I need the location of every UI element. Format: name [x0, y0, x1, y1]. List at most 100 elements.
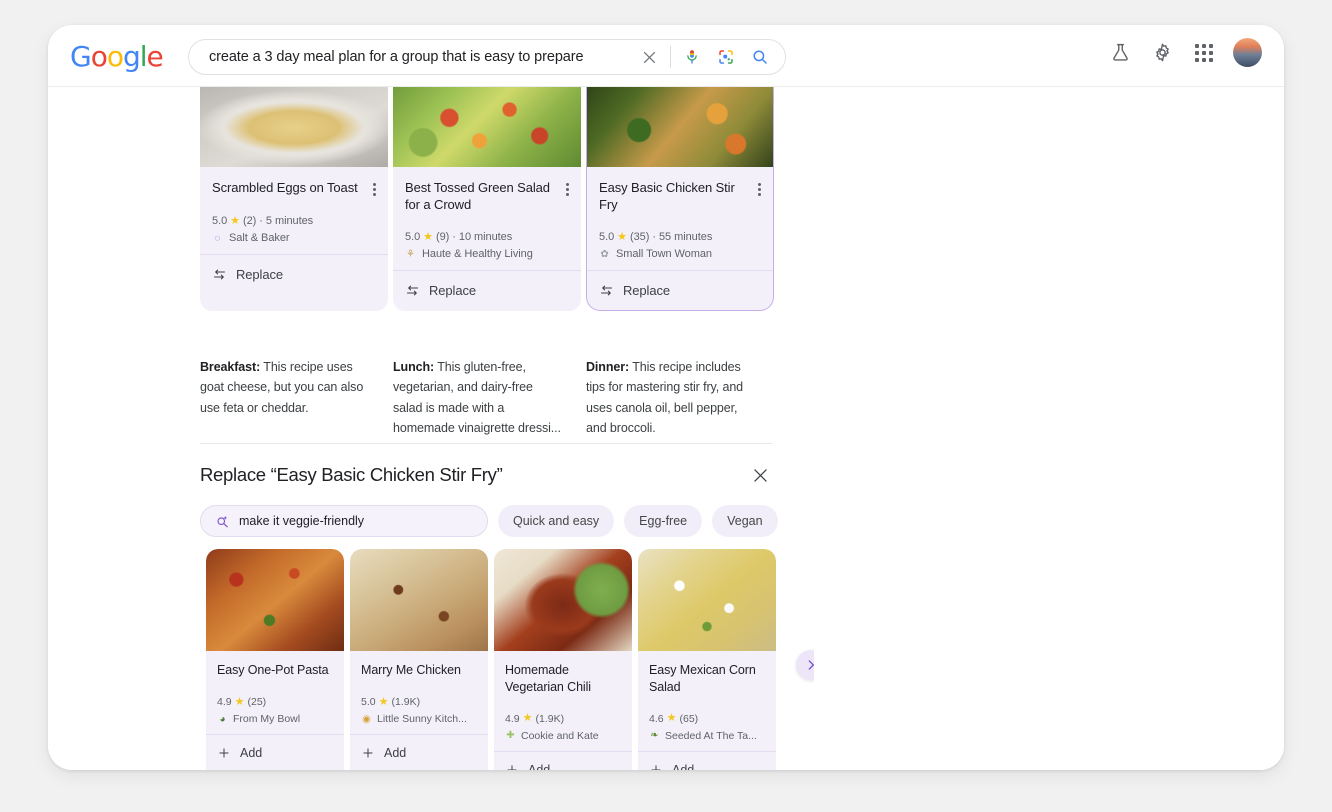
recipe-thumbnail — [638, 549, 776, 651]
suggestion-card-marry-me-chicken[interactable]: Marry Me Chicken 5.0 ★ (1.9K) ◉ Little S… — [350, 549, 488, 770]
recipe-source: ◉ Little Sunny Kitch... — [361, 713, 477, 725]
google-lens-icon[interactable] — [709, 40, 743, 74]
recipe-thumbnail — [494, 549, 632, 651]
recipe-thumbnail — [200, 87, 388, 167]
overflow-menu-icon[interactable] — [566, 179, 569, 196]
source-favicon-icon: ✿ — [600, 248, 609, 260]
close-icon[interactable] — [748, 463, 772, 487]
logo-letter: l — [139, 40, 148, 73]
google-header: Google create a 3 day meal plan for a gr… — [48, 25, 1284, 87]
recipe-thumbnail — [587, 87, 773, 167]
recipe-title: Easy Basic Chicken Stir Fry — [599, 180, 735, 213]
recipe-source: ✚ Cookie and Kate — [505, 730, 621, 742]
review-count: (25) — [247, 696, 267, 708]
chip-egg-free[interactable]: Egg-free — [624, 505, 703, 537]
chip-vegan[interactable]: Vegan — [712, 505, 778, 537]
review-count: (1.9K) — [391, 696, 421, 708]
star-icon: ★ — [378, 695, 389, 708]
recipe-meta: 4.9 ★ (25) — [217, 696, 333, 708]
recipe-thumbnail — [393, 87, 581, 167]
rating-value: 4.9 — [217, 696, 232, 708]
replace-panel-header: Replace “Easy Basic Chicken Stir Fry” — [200, 463, 772, 487]
replace-panel-title: Replace “Easy Basic Chicken Stir Fry” — [200, 464, 503, 485]
source-favicon-icon: ◕ — [219, 713, 226, 725]
add-label: Add — [384, 746, 407, 760]
meal-label: Breakfast: — [200, 360, 261, 374]
source-favicon-icon: ❧ — [650, 730, 659, 742]
refine-prompt-value: make it veggie-friendly — [239, 514, 365, 528]
add-button[interactable]: Add — [350, 734, 488, 770]
source-name: Cookie and Kate — [521, 729, 599, 742]
source-name: Small Town Woman — [616, 248, 712, 261]
recipe-source: ⚘ Haute & Healthy Living — [405, 248, 569, 260]
meta-separator: · — [452, 231, 456, 244]
star-icon: ★ — [234, 695, 245, 708]
plus-icon — [363, 748, 373, 758]
source-name: Haute & Healthy Living — [422, 248, 533, 261]
add-label: Add — [240, 746, 263, 760]
magic-search-icon — [217, 515, 228, 527]
avatar[interactable] — [1233, 38, 1262, 67]
chip-quick-and-easy[interactable]: Quick and easy — [498, 505, 615, 537]
add-button[interactable]: Add — [494, 750, 632, 770]
meal-card-dinner[interactable]: Easy Basic Chicken Stir Fry 5.0 ★ (35) ·… — [586, 87, 774, 312]
suggestion-card-easy-mexican-corn-salad[interactable]: Easy Mexican Corn Salad 4.6 ★ (65) ❧ See… — [638, 549, 776, 770]
meta-separator: · — [259, 215, 263, 227]
logo-letter: e — [146, 40, 164, 73]
search-input[interactable]: create a 3 day meal plan for a group tha… — [189, 49, 632, 65]
replace-label: Replace — [236, 267, 283, 282]
star-icon: ★ — [230, 214, 240, 227]
recipe-meta: 4.6 ★ (65) — [649, 713, 765, 725]
replace-button[interactable]: Replace — [587, 270, 773, 310]
logo-letter: g — [122, 40, 141, 73]
add-label: Add — [672, 762, 695, 770]
source-favicon-icon: ◉ — [362, 713, 371, 725]
source-name: Seeded At The Ta... — [665, 729, 757, 742]
source-name: Salt & Baker — [229, 232, 290, 244]
replace-label: Replace — [623, 283, 670, 299]
results-content: Scrambled Eggs on Toast 5.0 ★ (2) · 5 mi… — [48, 87, 1284, 770]
rating-value: 5.0 — [405, 231, 421, 244]
microphone-icon[interactable] — [675, 40, 709, 74]
meal-card-breakfast[interactable]: Scrambled Eggs on Toast 5.0 ★ (2) · 5 mi… — [200, 87, 388, 312]
plus-icon — [219, 748, 229, 758]
suggestion-card-easy-one-pot-pasta[interactable]: Easy One-Pot Pasta 4.9 ★ (25) ◕ From My … — [206, 549, 344, 770]
cook-time: 10 minutes — [458, 231, 513, 244]
meal-description-dinner: Dinner: This recipe includes tips for ma… — [586, 357, 774, 438]
suggestion-card-homemade-vegetarian-chili[interactable]: Homemade Vegetarian Chili 4.9 ★ (1.9K) ✚… — [494, 549, 632, 770]
google-logo[interactable]: Google — [70, 40, 164, 73]
add-button[interactable]: Add — [206, 734, 344, 770]
overflow-menu-icon[interactable] — [373, 179, 376, 196]
source-name: Little Sunny Kitch... — [377, 713, 467, 725]
recipe-meta: 5.0 ★ (9) · 10 minutes — [405, 231, 569, 243]
apps-grid-icon[interactable] — [1191, 40, 1217, 66]
replace-label: Replace — [429, 283, 476, 299]
gear-icon[interactable] — [1149, 40, 1175, 66]
meal-plan-card-row: Scrambled Eggs on Toast 5.0 ★ (2) · 5 mi… — [200, 87, 774, 312]
replace-button[interactable]: Replace — [200, 254, 388, 294]
search-bar[interactable]: create a 3 day meal plan for a group tha… — [188, 39, 786, 75]
overflow-menu-icon[interactable] — [758, 179, 761, 196]
cook-time: 55 minutes — [658, 231, 713, 244]
clear-search-icon[interactable] — [632, 40, 666, 74]
meal-card-lunch[interactable]: Best Tossed Green Salad for a Crowd 5.0 … — [393, 87, 581, 312]
search-submit-icon[interactable] — [743, 40, 777, 74]
refine-prompt-input[interactable]: make it veggie-friendly — [200, 505, 488, 537]
recipe-meta: 5.0 ★ (1.9K) — [361, 696, 477, 708]
source-favicon-icon: ◌ — [214, 232, 221, 244]
rating-value: 5.0 — [599, 231, 615, 244]
recipe-meta: 5.0 ★ (35) · 55 minutes — [599, 231, 761, 243]
source-name: From My Bowl — [233, 713, 301, 725]
refine-chip-row: make it veggie-friendly Quick and easy E… — [200, 505, 778, 537]
header-actions — [1107, 38, 1262, 67]
recipe-meta: 5.0 ★ (2) · 5 minutes — [212, 215, 376, 227]
labs-flask-icon[interactable] — [1107, 40, 1133, 66]
logo-letter: G — [70, 40, 92, 73]
replace-icon — [213, 269, 226, 280]
meal-label: Dinner: — [586, 360, 630, 374]
replace-icon — [600, 285, 613, 296]
review-count: (9) — [435, 231, 450, 244]
add-button[interactable]: Add — [638, 750, 776, 770]
replace-button[interactable]: Replace — [393, 270, 581, 310]
recipe-title: Easy One-Pot Pasta — [217, 663, 329, 677]
